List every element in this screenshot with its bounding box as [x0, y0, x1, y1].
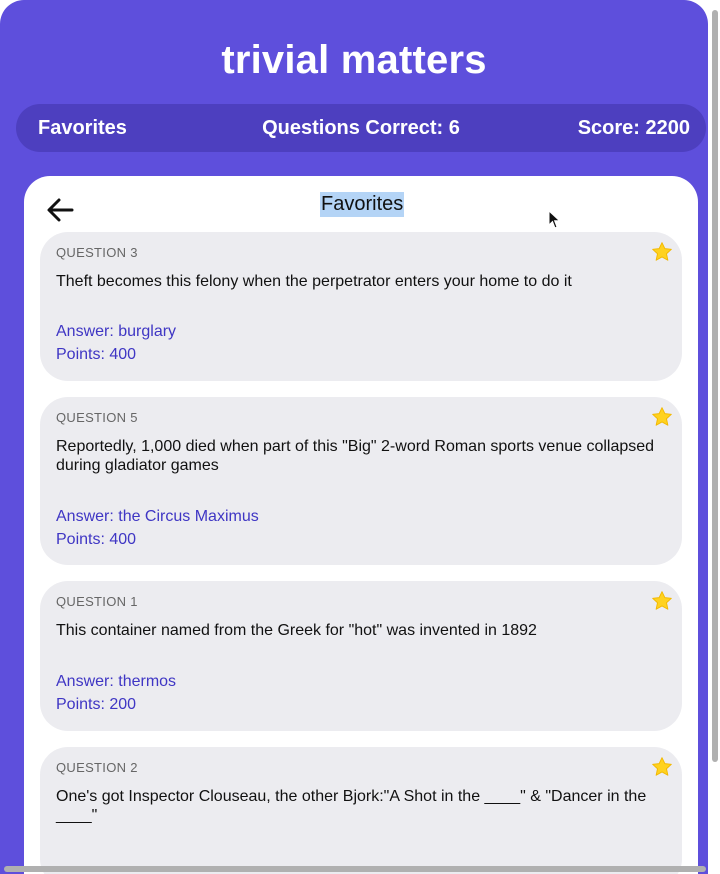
- star-icon[interactable]: [651, 406, 673, 428]
- vertical-scrollbar[interactable]: [712, 10, 718, 762]
- question-text: This container named from the Greek for …: [56, 622, 537, 639]
- question-card: QUESTION 5 Reportedly, 1,000 died when p…: [40, 397, 682, 565]
- page-title: Favorites: [320, 192, 405, 217]
- points-text: Points: 200: [56, 696, 137, 713]
- question-number: QUESTION 3: [56, 245, 138, 260]
- arrow-left-icon[interactable]: [44, 194, 76, 226]
- question-card: QUESTION 2 One's got Inspector Clouseau,…: [40, 747, 682, 874]
- horizontal-scrollbar[interactable]: [4, 866, 706, 872]
- mouse-cursor: [548, 210, 561, 229]
- app-title: trivial matters: [221, 38, 487, 82]
- star-icon[interactable]: [651, 756, 673, 778]
- points-text: Points: 400: [56, 531, 137, 548]
- answer-text: Answer: the Circus Maximus: [56, 508, 259, 525]
- question-card: QUESTION 3 Theft becomes this felony whe…: [40, 232, 682, 381]
- favorites-panel: Favorites QUESTION 3 Theft becomes this …: [24, 176, 698, 874]
- question-text: Reportedly, 1,000 died when part of this…: [56, 438, 655, 474]
- question-number: QUESTION 1: [56, 594, 138, 609]
- star-icon[interactable]: [651, 590, 673, 612]
- score-counter: Score: 2200: [577, 117, 690, 139]
- question-text: Theft becomes this felony when the perpe…: [56, 273, 572, 290]
- question-text: One's got Inspector Clouseau, the other …: [56, 788, 647, 824]
- points-text: Points: 400: [56, 346, 137, 363]
- question-number: QUESTION 5: [56, 410, 138, 425]
- answer-text: Answer: thermos: [56, 673, 177, 690]
- question-card: QUESTION 1 This container named from the…: [40, 581, 682, 731]
- app-window: trivial matters Favorites Questions Corr…: [0, 0, 708, 874]
- question-number: QUESTION 2: [56, 760, 138, 775]
- answer-text: Answer: burglary: [56, 323, 177, 340]
- stats-bar: Favorites Questions Correct: 6 Score: 22…: [16, 104, 706, 152]
- star-icon[interactable]: [651, 241, 673, 263]
